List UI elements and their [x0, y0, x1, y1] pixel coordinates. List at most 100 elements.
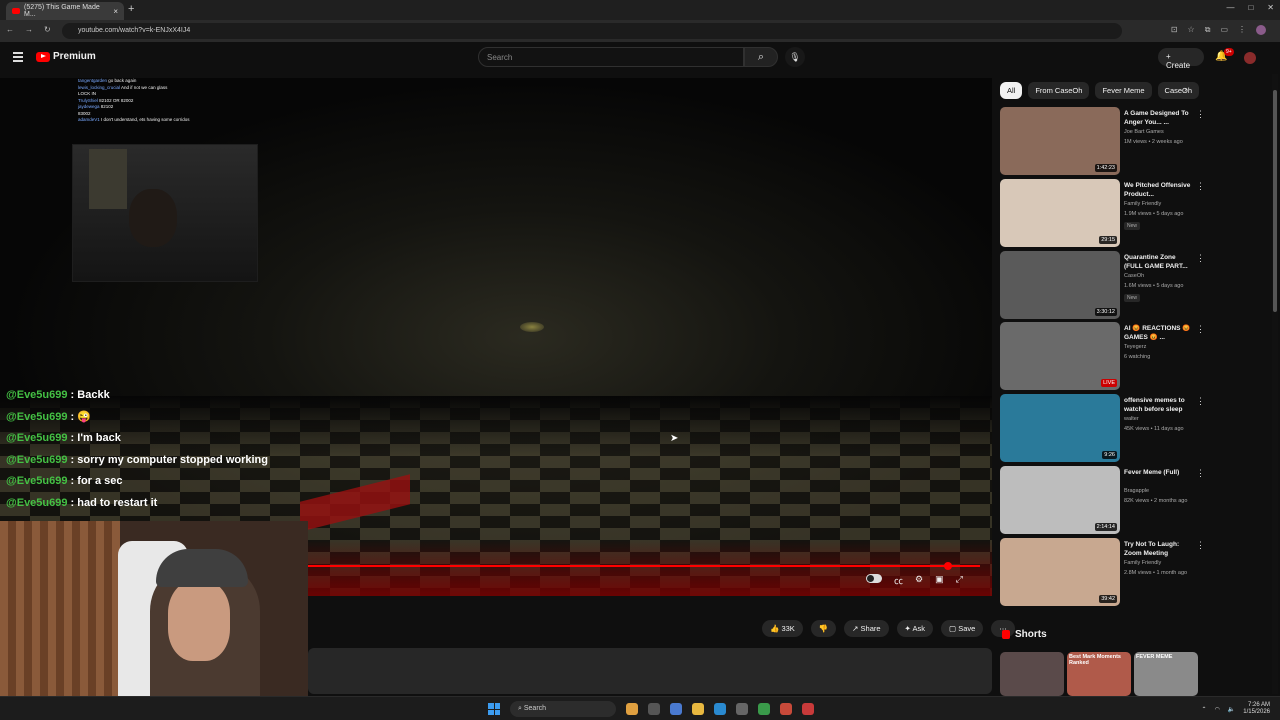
close-tab-icon[interactable]: × — [113, 7, 118, 16]
recommendation-item[interactable]: 3:30:12 Quarantine Zone (FULL GAME PART..… — [1000, 251, 1205, 319]
search-input[interactable]: Search — [478, 47, 744, 67]
settings-gear-icon[interactable]: ⚙ — [915, 574, 923, 587]
like-button[interactable]: 👍 33K — [762, 620, 803, 637]
maximize-icon[interactable]: □ — [1248, 3, 1253, 12]
filter-chip[interactable]: All — [1000, 82, 1023, 99]
video-title[interactable]: Quarantine Zone (FULL GAME PART... — [1124, 253, 1196, 271]
miniplayer-icon[interactable]: ▣ — [935, 574, 944, 587]
more-options-icon[interactable]: ⋮ — [1196, 109, 1205, 120]
short-thumbnail[interactable]: FEVER MEME — [1134, 652, 1198, 696]
reload-icon[interactable]: ↻ — [44, 25, 51, 34]
video-title[interactable]: offensive memes to watch before sleep — [1124, 396, 1196, 414]
create-button[interactable]: + Create — [1158, 48, 1204, 70]
video-thumbnail[interactable]: 9:26 — [1000, 394, 1120, 462]
more-options-icon[interactable]: ⋮ — [1196, 540, 1205, 551]
more-options-icon[interactable]: ⋮ — [1196, 396, 1205, 407]
back-icon[interactable]: ← — [6, 25, 14, 34]
captions-icon[interactable]: ㏄ — [894, 574, 903, 587]
install-icon[interactable]: ⊡ — [1171, 25, 1178, 35]
file-explorer-icon[interactable] — [692, 703, 704, 715]
video-thumbnail[interactable]: 1:42:23 — [1000, 107, 1120, 175]
video-title[interactable]: Try Not To Laugh: Zoom Meeting — [1124, 540, 1196, 558]
clock[interactable]: 7:26 AM 1/15/2026 — [1243, 702, 1270, 716]
forward-icon[interactable]: → — [25, 25, 33, 34]
video-title[interactable]: Fever Meme (Full) — [1124, 468, 1196, 477]
youtube-logo[interactable]: Premium — [36, 51, 96, 62]
task-view-icon[interactable] — [648, 703, 660, 715]
windows-start-icon[interactable] — [488, 703, 500, 715]
video-thumbnail[interactable]: 2:14:14 — [1000, 466, 1120, 534]
chat-line: @Eve5u699 : sorry my computer stopped wo… — [6, 450, 268, 472]
more-options-icon[interactable]: ⋮ — [1196, 181, 1205, 192]
new-tab-icon[interactable]: + — [128, 3, 134, 15]
recommendation-item[interactable]: 1:42:23 A Game Designed To Anger You... .… — [1000, 107, 1205, 175]
short-thumbnail[interactable]: Best Mark Moments Ranked — [1067, 652, 1131, 696]
video-title[interactable]: A Game Designed To Anger You... ... — [1124, 109, 1196, 127]
volume-icon[interactable]: 🔈 — [1228, 706, 1235, 713]
more-options-icon[interactable]: ⋮ — [1196, 324, 1205, 335]
channel-name[interactable]: Joe Bart Games — [1124, 129, 1164, 135]
recommendation-item[interactable]: 29:15 We Pitched Offensive Product... Fami… — [1000, 179, 1205, 247]
video-thumbnail[interactable]: LIVE — [1000, 322, 1120, 390]
browser-tab[interactable]: (5275) This Game Made M... × — [6, 2, 124, 20]
video-title[interactable]: We Pitched Offensive Product... — [1124, 181, 1196, 199]
channel-name[interactable]: walter — [1124, 416, 1139, 422]
youtube-header: Premium Search ⌕ 🎙 + Create 🔔 9+ — [0, 42, 1280, 74]
account-avatar[interactable] — [1244, 52, 1256, 64]
copilot-icon[interactable] — [670, 703, 682, 715]
channel-name[interactable]: Family Friendly — [1124, 560, 1161, 566]
wifi-icon[interactable]: ◠ — [1215, 706, 1220, 713]
recommendation-item[interactable]: LIVE AI 😡 REACTIONS 😡 GAMES 😡 ... Teyegerz… — [1000, 322, 1205, 390]
video-title[interactable]: AI 😡 REACTIONS 😡 GAMES 😡 ... — [1124, 324, 1196, 342]
short-thumbnail[interactable] — [1000, 652, 1064, 696]
channel-name[interactable]: CaseOh — [1124, 273, 1144, 279]
taskbar-app-icon[interactable] — [626, 703, 638, 715]
taskbar-search-input[interactable]: ⌕ Search — [510, 701, 616, 717]
filter-chip[interactable]: CaseOh — [1157, 82, 1200, 99]
chrome-profile-icon[interactable] — [780, 703, 792, 715]
share-button[interactable]: ↗ Share — [844, 620, 889, 637]
channel-name[interactable]: Family Friendly — [1124, 201, 1161, 207]
channel-name[interactable]: Bragapple — [1124, 488, 1149, 494]
recommendation-item[interactable]: 39:42 Try Not To Laugh: Zoom Meeting Famil… — [1000, 538, 1205, 606]
filter-chip[interactable]: Fever Meme — [1095, 82, 1152, 99]
scrollbar-thumb[interactable] — [1273, 90, 1277, 312]
tray-chevron-icon[interactable]: ⌃ — [1202, 706, 1207, 713]
search-icon[interactable]: ⌕ — [744, 47, 778, 67]
video-thumbnail[interactable]: 39:42 — [1000, 538, 1120, 606]
video-thumbnail[interactable]: 29:15 — [1000, 179, 1120, 247]
stream-chat-overlay-small: tangentgarden go back again lewis_locking… — [78, 78, 258, 142]
player-controls: ㏄ ⚙ ▣ ⤢ — [866, 574, 963, 587]
url-field[interactable]: youtube.com/watch?v=k-ENJxX4IJ4 — [62, 23, 1122, 39]
recommendation-item[interactable]: 2:14:14 Fever Meme (Full) Bragapple 82K vie… — [1000, 466, 1205, 534]
channel-name[interactable]: Teyegerz — [1124, 344, 1146, 350]
dislike-button[interactable]: 👎 — [810, 620, 837, 637]
close-window-icon[interactable]: ✕ — [1267, 3, 1274, 12]
video-player[interactable]: tangentgarden go back again lewis_locking… — [0, 78, 992, 596]
save-button[interactable]: ▢ Save — [941, 620, 984, 637]
progress-scrubber[interactable] — [944, 562, 952, 570]
extensions-icon[interactable]: ⧉ — [1205, 25, 1211, 35]
minimize-icon[interactable]: — — [1226, 3, 1234, 12]
video-thumbnail[interactable]: 3:30:12 — [1000, 251, 1120, 319]
recommendation-item[interactable]: 9:26 offensive memes to watch before slee… — [1000, 394, 1205, 462]
ask-button[interactable]: ✦ Ask — [896, 620, 934, 637]
profile-avatar[interactable] — [1256, 25, 1266, 35]
chevron-right-icon[interactable]: › — [1184, 84, 1187, 94]
fullscreen-icon[interactable]: ⤢ — [956, 574, 963, 587]
bookmark-star-icon[interactable]: ☆ — [1188, 25, 1195, 35]
edge-browser-icon[interactable] — [714, 703, 726, 715]
chrome-icon[interactable] — [758, 703, 770, 715]
store-icon[interactable] — [736, 703, 748, 715]
hamburger-menu-icon[interactable] — [13, 52, 23, 62]
more-options-icon[interactable]: ⋮ — [1196, 253, 1205, 264]
sidebar-icon[interactable]: ▭ — [1220, 25, 1228, 35]
autoplay-toggle[interactable] — [866, 574, 882, 583]
description-box[interactable] — [308, 648, 992, 694]
filter-chip[interactable]: From CaseOh — [1028, 82, 1090, 99]
microphone-icon[interactable]: 🎙 — [785, 47, 805, 67]
more-options-icon[interactable]: ⋮ — [1196, 468, 1205, 479]
menu-dots-icon[interactable]: ⋮ — [1238, 25, 1246, 35]
progress-bar[interactable] — [308, 565, 980, 567]
app-icon[interactable] — [802, 703, 814, 715]
